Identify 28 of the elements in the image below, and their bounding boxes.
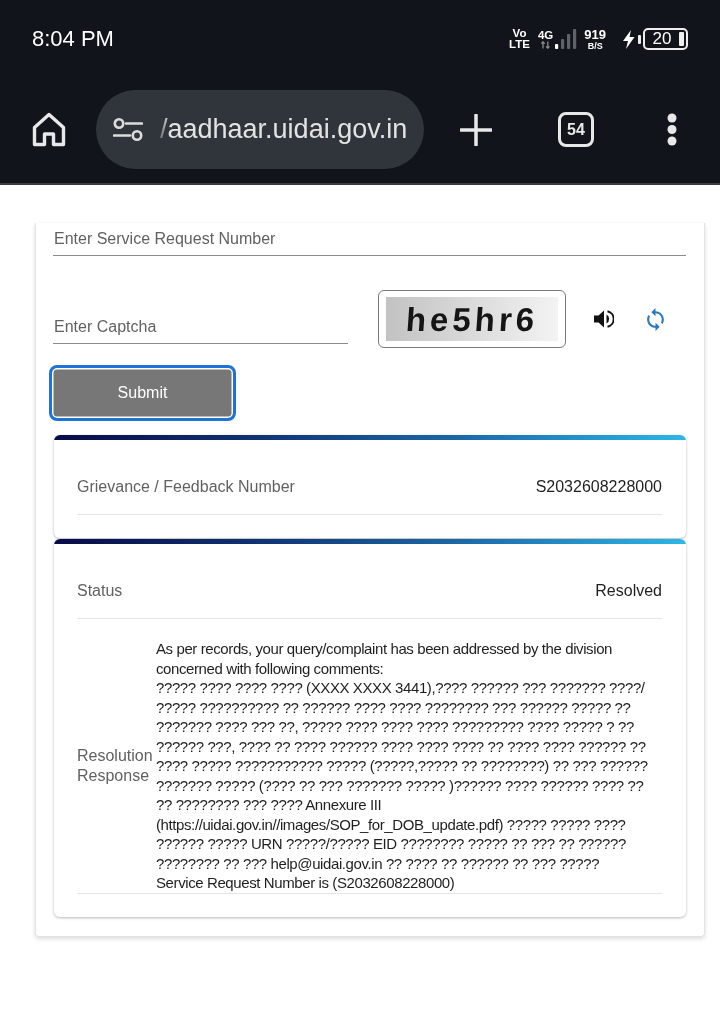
submit-button[interactable]: Submit	[49, 365, 236, 421]
data-arrows-icon	[541, 41, 551, 49]
service-request-number-field[interactable]: Enter Service Request Number	[53, 223, 686, 256]
refresh-icon[interactable]	[647, 307, 664, 331]
field-label: Status	[77, 582, 123, 600]
site-settings-icon[interactable]	[113, 118, 143, 141]
address-bar[interactable]: /aadhaar.uidai.gov.in	[96, 90, 424, 169]
tab-switcher-button[interactable]: 54	[558, 112, 594, 147]
field-value: S2032608228000	[535, 478, 662, 496]
more-menu-icon[interactable]	[667, 113, 677, 146]
network-speed-unit: B/S	[587, 40, 603, 51]
clock-time: 8:04 PM	[32, 26, 115, 52]
battery-indicator: 20	[638, 28, 688, 50]
resolution-response-text: As per records, your query/complaint has been addressed by the division concerned with following comments: ????? ???? ???? ???? (XXXX XXXX 3441),???? ?????? ??? ??????? ????/ ????? ?????????? ?? ?????? ???? ???? ???????? ??? ?????? ????? ?? ??????? ???? ??? ??, ????? ???? ???? ???? ????????? ???? ????? ? ?? ?????? ???, ???? ?? ???? ?????? ???? ???? ???? ?? ???? ???? ?????? ?? ???? ????? ??????????? ????? (?????,????? ?? ????????) ?? ??? ?????? ??????? ????? (???? ?? ??? ??????? ????? )?????? ???? ?????? ???? ?? ?? ???????? ??? ???? Annexure III (https://uidai.gov.in//images/SOP_for_DOB_update.pdf) ????? ????? ???? ?????? ????? URN ?????/????? EID ???????? ????? ?? ??? ?? ?????? ???????? ?? ??? help@uidai.gov.in ?? ???? ?? ?????? ?? ??? ????? Service Request Number is (S2032608228000)	[156, 639, 649, 893]
field-value: Resolved	[595, 582, 662, 600]
field-label: Resolution Response	[77, 745, 154, 786]
captcha-field[interactable]: Enter Captcha	[53, 311, 348, 344]
speaker-icon[interactable]	[594, 310, 614, 328]
volte-label: Vo	[512, 28, 527, 39]
home-icon[interactable]	[32, 112, 66, 147]
network-type-label: 4G	[537, 29, 554, 41]
url-text[interactable]: /aadhaar.uidai.gov.in	[160, 114, 408, 145]
volte-label: LTE	[509, 39, 530, 50]
network-speed-value: 919	[584, 27, 606, 41]
signal-strength-icon	[555, 29, 578, 49]
new-tab-plus-icon[interactable]	[460, 113, 492, 146]
field-label: Grievance / Feedback Number	[77, 478, 295, 496]
captcha-text: he5hr6	[404, 302, 540, 336]
